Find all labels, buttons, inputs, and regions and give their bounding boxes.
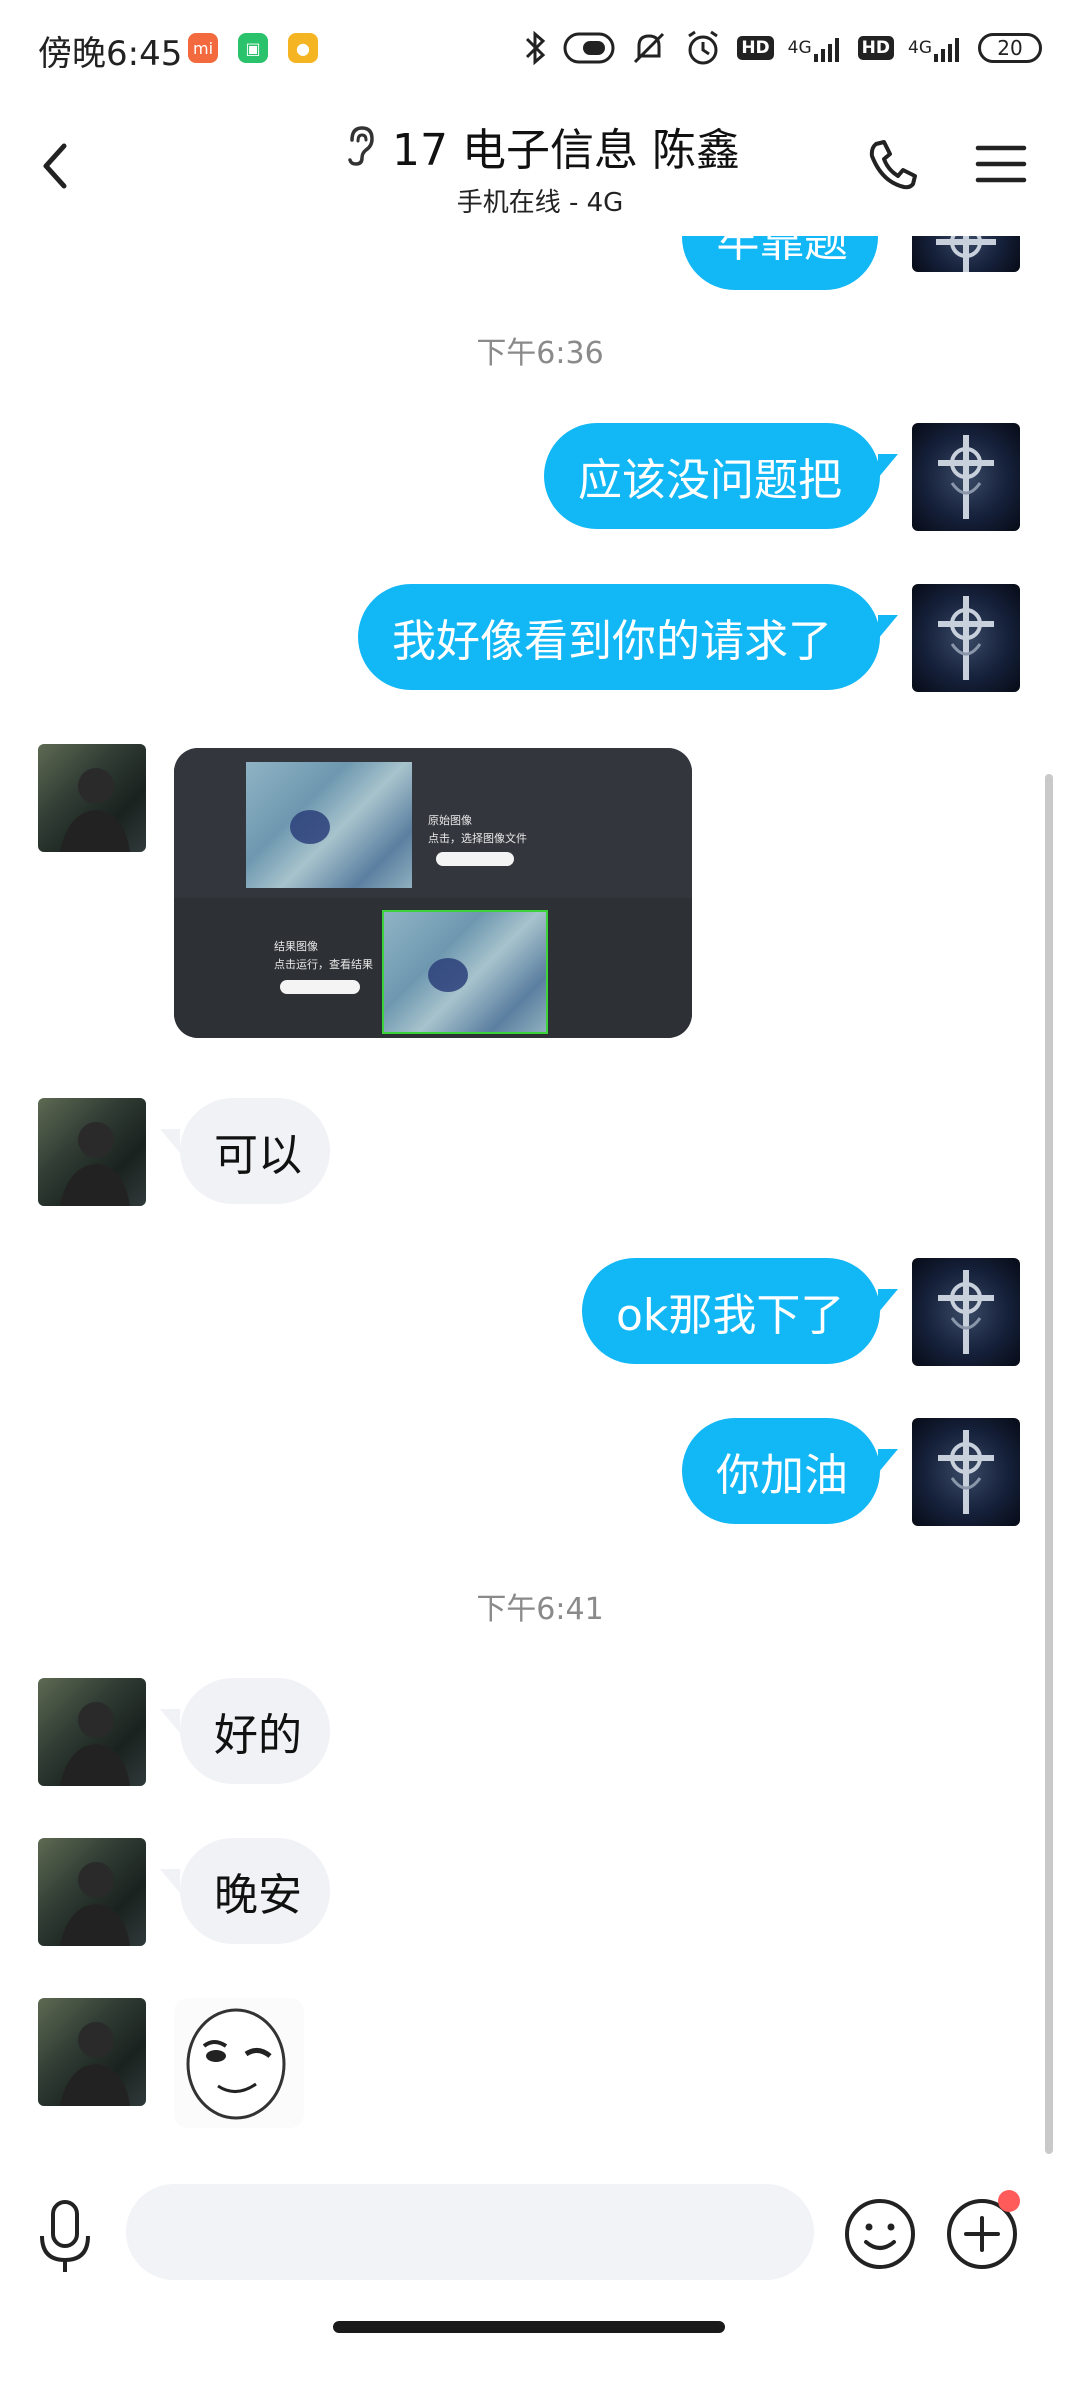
person-photo-icon: [60, 768, 130, 852]
select-file-button: [436, 852, 514, 866]
message-bubble-outgoing[interactable]: ok那我下了: [582, 1258, 880, 1364]
message-text: 牢靠题: [716, 236, 848, 267]
hd-badge-2: HD: [857, 36, 894, 60]
message-input[interactable]: [126, 2184, 814, 2280]
person-photo-icon: [60, 2022, 130, 2106]
cross-emblem-icon: [936, 236, 996, 272]
microphone-icon: [40, 2200, 90, 2272]
mi-app-icon: mi: [188, 33, 218, 63]
bubble-tail: [160, 1869, 180, 1893]
message-text: ok那我下了: [616, 1290, 845, 1341]
message-text: 应该没问题把: [578, 455, 842, 506]
alarm-icon: [683, 28, 723, 68]
chat-app-icon: ●: [288, 33, 318, 63]
message-text: 我好像看到你的请求了: [392, 616, 832, 667]
message-bubble-outgoing[interactable]: 我好像看到你的请求了: [358, 584, 880, 690]
message-text: 好的: [214, 1710, 302, 1761]
toggle-icon: [563, 31, 615, 65]
avatar-self[interactable]: [912, 1258, 1020, 1366]
avatar-contact[interactable]: [38, 1098, 146, 1206]
result-image-thumbnail: [382, 910, 548, 1034]
avatar-self[interactable]: [912, 236, 1020, 272]
emoji-button[interactable]: [842, 2196, 918, 2272]
original-image-hint: 点击，选择图像文件: [428, 832, 527, 845]
avatar-self[interactable]: [912, 423, 1020, 531]
status-icons: HD 4G HD 4G 20: [521, 24, 1042, 72]
run-button: [280, 980, 360, 994]
phone-icon: [869, 140, 917, 190]
avatar-contact[interactable]: [38, 1678, 146, 1786]
message-text: 可以: [214, 1130, 302, 1181]
original-image-thumbnail: [246, 762, 412, 888]
menu-icon: [975, 145, 1027, 183]
network-type-label: 4G: [787, 38, 812, 58]
avatar-self[interactable]: [912, 1418, 1020, 1526]
bubble-tail: [160, 1129, 180, 1153]
bubble-tail: [878, 615, 898, 639]
avatar-contact[interactable]: [38, 1838, 146, 1946]
message-bubble-partial[interactable]: 牢靠题: [682, 236, 878, 290]
image-top-panel: 原始图像 点击，选择图像文件: [174, 748, 692, 898]
bag-app-icon: ▣: [238, 33, 268, 63]
message-bubble-incoming[interactable]: 可以: [180, 1098, 330, 1204]
message-bubble-incoming[interactable]: 晚安: [180, 1838, 330, 1944]
avatar-contact[interactable]: [38, 1998, 146, 2106]
avatar-self[interactable]: [912, 584, 1020, 692]
image-message[interactable]: 原始图像 点击，选择图像文件 结果图像 点击运行，查看结果: [174, 748, 692, 1038]
winking-face-sticker-icon: [186, 2008, 286, 2120]
cross-emblem-icon: [938, 435, 994, 519]
message-bubble-outgoing[interactable]: 你加油: [682, 1418, 880, 1524]
timestamp: 下午6:41: [476, 1592, 604, 1627]
bubble-tail: [878, 1449, 898, 1473]
person-photo-icon: [60, 1122, 130, 1206]
person-photo-icon: [60, 1862, 130, 1946]
bubble-tail: [878, 454, 898, 478]
original-image-label: 原始图像: [428, 814, 472, 827]
scrollbar[interactable]: [1045, 774, 1053, 2154]
mute-icon: [629, 28, 669, 68]
cross-emblem-icon: [938, 1270, 994, 1354]
image-bottom-panel: 结果图像 点击运行，查看结果: [174, 898, 692, 1038]
message-bubble-outgoing[interactable]: 应该没问题把: [544, 423, 880, 529]
bluetooth-icon: [521, 30, 549, 66]
timestamp: 下午6:36: [476, 336, 604, 371]
message-text: 晚安: [214, 1870, 302, 1921]
voice-button[interactable]: [34, 2198, 96, 2278]
hd-badge: HD: [737, 36, 774, 60]
bubble-tail: [160, 1709, 180, 1733]
battery-icon: 20: [978, 33, 1042, 63]
page-title: 17 电子信息 陈鑫: [392, 125, 740, 176]
message-list[interactable]: 牢靠题 下午6:36 应该没问题把 我好像看到你的请求了 原始图像 点击，选择图…: [0, 236, 1080, 2146]
chat-header: 17 电子信息 陈鑫 手机在线 - 4G: [0, 96, 1080, 236]
status-bar: 傍晚6:45 mi ▣ ● HD 4G HD 4G 20: [0, 0, 1080, 96]
cross-emblem-icon: [938, 1430, 994, 1514]
message-bubble-incoming[interactable]: 好的: [180, 1678, 330, 1784]
network-type-label-2: 4G: [908, 38, 932, 58]
result-image-hint: 点击运行，查看结果: [274, 958, 373, 971]
home-indicator[interactable]: [333, 2321, 725, 2333]
result-image-label: 结果图像: [274, 940, 318, 953]
notification-badge: [998, 2190, 1020, 2212]
status-time: 傍晚6:45: [38, 34, 183, 74]
person-photo-icon: [60, 1702, 130, 1786]
message-text: 你加油: [716, 1450, 848, 1501]
sticker-message[interactable]: [174, 1998, 304, 2128]
smiley-icon: [845, 2199, 915, 2269]
avatar-contact[interactable]: [38, 744, 146, 852]
more-menu-button[interactable]: [974, 136, 1028, 192]
signal-icon: 4G: [788, 34, 844, 62]
cross-emblem-icon: [938, 596, 994, 680]
ear-icon: [348, 126, 374, 166]
call-button[interactable]: [862, 132, 922, 196]
signal-icon-2: 4G: [908, 34, 964, 62]
input-bar: [0, 2160, 1080, 2280]
bubble-tail: [878, 1289, 898, 1313]
